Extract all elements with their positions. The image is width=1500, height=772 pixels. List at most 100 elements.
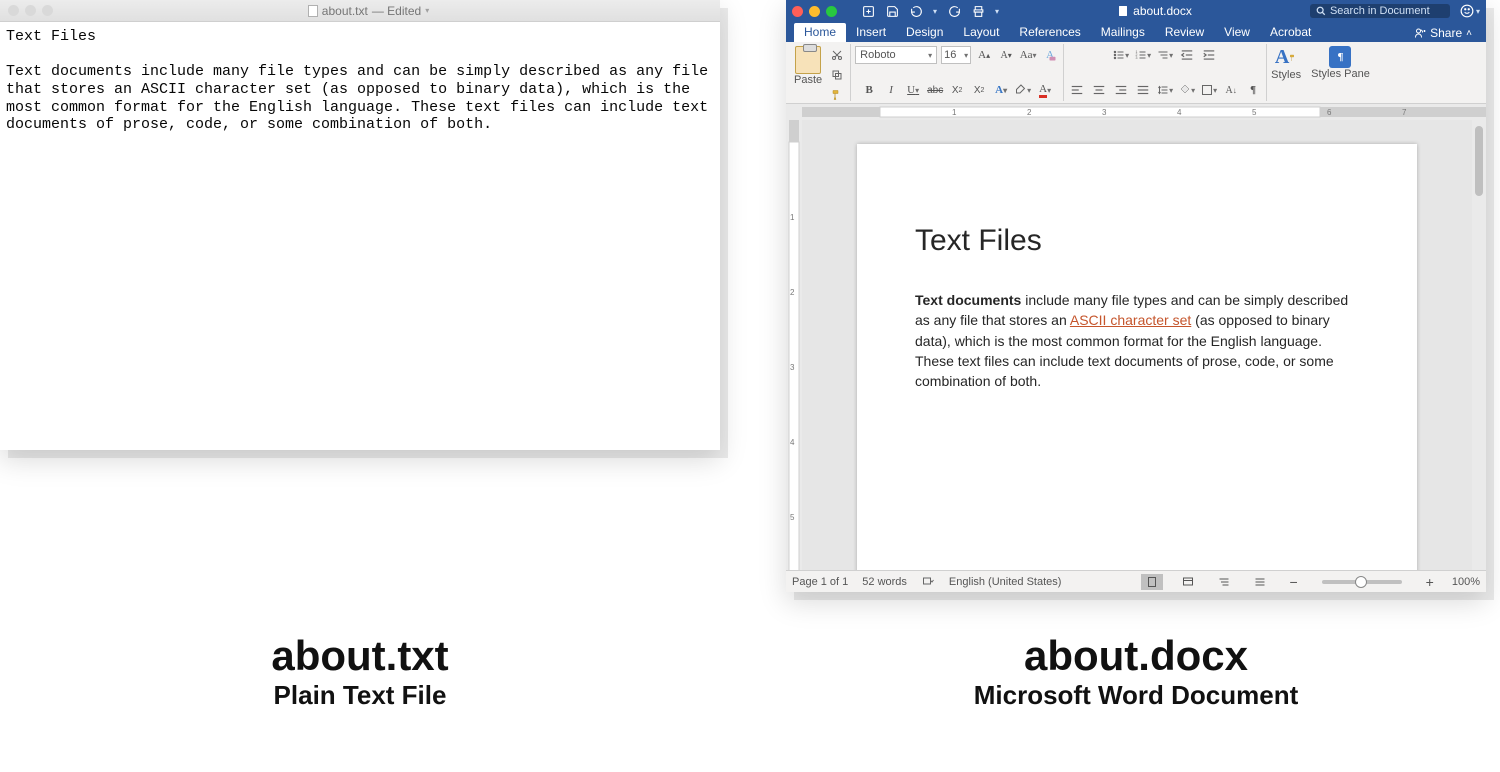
numbering-button[interactable]: 123▾ bbox=[1134, 46, 1152, 64]
styles-pane-button[interactable]: ¶ Styles Pane bbox=[1311, 46, 1370, 80]
clear-formatting-button[interactable]: A bbox=[1041, 46, 1059, 64]
zoom-out-button[interactable]: − bbox=[1285, 574, 1301, 590]
undo-icon[interactable] bbox=[909, 4, 923, 18]
web-layout-view[interactable] bbox=[1177, 574, 1199, 590]
styles-button[interactable]: A Styles bbox=[1271, 46, 1301, 81]
chevron-down-icon: ▾ bbox=[1476, 7, 1480, 16]
minimize-button[interactable] bbox=[25, 5, 36, 16]
font-group: Roboto▾ 16▾ A▴ A▾ Aa▾ A B I U▾ abc X2 X2… bbox=[851, 44, 1064, 101]
title-filename: about.txt bbox=[322, 4, 368, 18]
close-button[interactable] bbox=[792, 6, 803, 17]
tab-design[interactable]: Design bbox=[896, 23, 953, 42]
highlight-button[interactable]: ▾ bbox=[1014, 81, 1032, 99]
clipboard-group: Paste bbox=[790, 44, 851, 101]
textedit-title[interactable]: about.txt — Edited ▾ bbox=[308, 4, 429, 18]
scrollbar-thumb[interactable] bbox=[1475, 126, 1483, 196]
tab-mailings[interactable]: Mailings bbox=[1091, 23, 1155, 42]
align-center-button[interactable] bbox=[1090, 81, 1108, 99]
tab-acrobat[interactable]: Acrobat bbox=[1260, 23, 1321, 42]
svg-text:5: 5 bbox=[1252, 108, 1257, 117]
borders-button[interactable]: ▾ bbox=[1200, 81, 1218, 99]
undo-dropdown[interactable]: ▾ bbox=[933, 7, 937, 16]
tab-home[interactable]: Home bbox=[794, 23, 846, 42]
status-language[interactable]: English (United States) bbox=[949, 576, 1062, 588]
clipboard-icon bbox=[795, 46, 821, 74]
shrink-font-button[interactable]: A▾ bbox=[997, 46, 1015, 64]
tab-view[interactable]: View bbox=[1214, 23, 1260, 42]
italic-button[interactable]: I bbox=[882, 81, 900, 99]
zoom-level[interactable]: 100% bbox=[1452, 576, 1480, 588]
copy-button[interactable] bbox=[828, 66, 846, 84]
align-left-button[interactable] bbox=[1068, 81, 1086, 99]
font-size-select[interactable]: 16▾ bbox=[941, 46, 971, 64]
styles-pane-label: Styles Pane bbox=[1311, 68, 1370, 80]
paragraph-group: ▾ 123▾ ▾ ▾ ▾ ▾ A↓ ¶ bbox=[1064, 44, 1267, 101]
outline-view[interactable] bbox=[1213, 574, 1235, 590]
subscript-button[interactable]: X2 bbox=[948, 81, 966, 99]
line-spacing-button[interactable]: ▾ bbox=[1156, 81, 1174, 99]
document-scroll[interactable]: Text Files Text documents include many f… bbox=[802, 120, 1472, 570]
save-icon[interactable] bbox=[885, 4, 899, 18]
tab-layout[interactable]: Layout bbox=[953, 23, 1009, 42]
svg-text:1: 1 bbox=[952, 108, 957, 117]
zoom-in-button[interactable]: + bbox=[1422, 574, 1438, 590]
qat-dropdown[interactable]: ▾ bbox=[995, 7, 999, 16]
search-input[interactable]: Search in Document bbox=[1310, 4, 1450, 18]
close-button[interactable] bbox=[8, 5, 19, 16]
redo-icon[interactable] bbox=[947, 4, 961, 18]
change-case-button[interactable]: Aa▾ bbox=[1019, 46, 1037, 64]
page[interactable]: Text Files Text documents include many f… bbox=[857, 144, 1417, 570]
tab-references[interactable]: References bbox=[1009, 23, 1090, 42]
font-color-button[interactable]: A▾ bbox=[1036, 81, 1054, 99]
justify-button[interactable] bbox=[1134, 81, 1152, 99]
autosave-icon[interactable] bbox=[861, 4, 875, 18]
ruler-horizontal[interactable]: 123 4567 bbox=[786, 104, 1486, 120]
styles-group: A Styles ¶ Styles Pane bbox=[1267, 44, 1374, 101]
tab-insert[interactable]: Insert bbox=[846, 23, 896, 42]
ruler-vertical[interactable]: 12345 bbox=[786, 120, 802, 570]
svg-text:2: 2 bbox=[1027, 108, 1032, 117]
paste-button[interactable]: Paste bbox=[794, 46, 822, 86]
shading-button[interactable]: ▾ bbox=[1178, 81, 1196, 99]
font-name-select[interactable]: Roboto▾ bbox=[855, 46, 937, 64]
vertical-scrollbar[interactable] bbox=[1472, 120, 1486, 570]
underline-button[interactable]: U▾ bbox=[904, 81, 922, 99]
decrease-indent-button[interactable] bbox=[1178, 46, 1196, 64]
print-icon[interactable] bbox=[971, 4, 985, 18]
align-right-button[interactable] bbox=[1112, 81, 1130, 99]
share-button[interactable]: Share ˄ bbox=[1408, 24, 1478, 42]
sort-button[interactable]: A↓ bbox=[1222, 81, 1240, 99]
zoom-button[interactable] bbox=[42, 5, 53, 16]
hyperlink-ascii[interactable]: ASCII character set bbox=[1070, 312, 1191, 328]
show-marks-button[interactable]: ¶ bbox=[1244, 81, 1262, 99]
bold-button[interactable]: B bbox=[860, 81, 878, 99]
word-title: about.docx bbox=[1117, 4, 1192, 18]
minimize-button[interactable] bbox=[809, 6, 820, 17]
multilevel-list-button[interactable]: ▾ bbox=[1156, 46, 1174, 64]
cut-button[interactable] bbox=[828, 46, 846, 64]
textedit-body[interactable]: Text Files Text documents include many f… bbox=[0, 22, 720, 140]
draft-view[interactable] bbox=[1249, 574, 1271, 590]
status-page[interactable]: Page 1 of 1 bbox=[792, 576, 848, 588]
bullets-button[interactable]: ▾ bbox=[1112, 46, 1130, 64]
superscript-button[interactable]: X2 bbox=[970, 81, 988, 99]
feedback-button[interactable]: ▾ bbox=[1460, 4, 1480, 18]
collapse-ribbon-icon[interactable]: ˄ bbox=[1466, 28, 1472, 39]
caption-right-subtitle: Microsoft Word Document bbox=[786, 680, 1486, 711]
tab-review[interactable]: Review bbox=[1155, 23, 1214, 42]
share-icon bbox=[1414, 27, 1426, 39]
text-effects-button[interactable]: A▾ bbox=[992, 81, 1010, 99]
caption-right: about.docx Microsoft Word Document bbox=[786, 632, 1486, 711]
svg-text:3: 3 bbox=[790, 363, 795, 372]
strikethrough-button[interactable]: abc bbox=[926, 81, 944, 99]
search-placeholder: Search in Document bbox=[1330, 5, 1430, 17]
status-words[interactable]: 52 words bbox=[862, 576, 907, 588]
zoom-slider[interactable] bbox=[1322, 580, 1402, 584]
format-painter-button[interactable] bbox=[828, 86, 846, 104]
increase-indent-button[interactable] bbox=[1200, 46, 1218, 64]
print-layout-view[interactable] bbox=[1141, 574, 1163, 590]
grow-font-button[interactable]: A▴ bbox=[975, 46, 993, 64]
ribbon: Paste Roboto▾ 16▾ A▴ A▾ Aa▾ A B I bbox=[786, 42, 1486, 104]
spellcheck-button[interactable] bbox=[921, 576, 935, 588]
zoom-button[interactable] bbox=[826, 6, 837, 17]
